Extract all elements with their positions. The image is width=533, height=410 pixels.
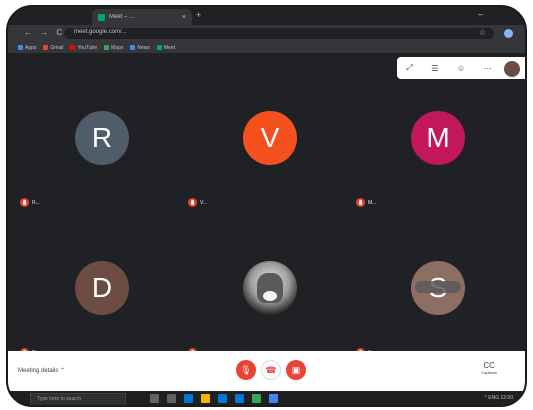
bookmark-label: News [137, 44, 150, 51]
avatar-overlay-bar [415, 281, 461, 293]
mic-muted-icon [356, 198, 365, 207]
taskbar-app-icon[interactable] [218, 394, 227, 403]
tab-close-icon[interactable]: × [182, 14, 186, 21]
chevron-up-icon: ⌃ [60, 368, 66, 374]
mic-muted-icon [188, 198, 197, 207]
participant-tile[interactable]: R R... [16, 71, 189, 219]
participant-initial-avatar: V [243, 111, 297, 165]
avatar-initial: D [91, 272, 113, 303]
participant-name-row: V... [188, 198, 207, 207]
photo-figure-detail [263, 291, 277, 301]
participant-name-row: R... [20, 198, 40, 207]
browser-tab-strip: Meet – ... × + – [8, 7, 525, 25]
taskbar-search-placeholder: Type here to search [37, 396, 82, 402]
participant-initial-avatar: D [75, 261, 129, 315]
taskbar-app-icons [150, 394, 278, 403]
window-minimize-button[interactable]: – [478, 9, 483, 19]
bookmark-favicon-icon [18, 45, 23, 50]
bookmark-label: Meet [163, 44, 175, 51]
captions-icon: CC [483, 361, 495, 370]
taskbar-app-icon[interactable] [184, 394, 193, 403]
browser-tab[interactable]: Meet – ... × [92, 9, 192, 25]
meet-favicon-icon [98, 13, 105, 21]
captions-button[interactable]: CC Captions [481, 361, 497, 375]
bookmark-item[interactable]: Gmail [43, 45, 63, 51]
taskbar-app-icon[interactable] [235, 394, 244, 403]
address-bar-row: ← → C meet.google.com/... ☆ [8, 25, 525, 42]
screen-frame: Meet – ... × + – ← → C meet.google.com/.… [6, 5, 527, 407]
bookmarks-bar: Apps Gmail YouTube Maps News Meet [8, 42, 525, 53]
participant-initial-avatar: S [411, 261, 465, 315]
bookmark-label: Gmail [50, 44, 64, 51]
participant-tile[interactable]: ... [184, 221, 357, 369]
participant-photo-avatar [243, 261, 297, 315]
participant-name: M... [368, 199, 377, 206]
participant-tile[interactable]: SS... [352, 221, 525, 369]
captions-label: Captions [481, 370, 497, 375]
meeting-details-button[interactable]: Meeting details ⌃ [18, 367, 65, 374]
url-text: meet.google.com/... [74, 29, 127, 35]
participant-initial-avatar: M [411, 111, 465, 165]
bookmark-label: Apps [25, 44, 37, 51]
bookmark-label: Maps [111, 44, 124, 51]
participant-name-row: M... [356, 198, 376, 207]
new-tab-button[interactable]: + [196, 10, 201, 20]
participant-tile[interactable]: V V... [184, 71, 357, 219]
participant-tile[interactable]: M M... [352, 71, 525, 219]
tab-title: Meet – ... [109, 14, 135, 20]
omnibox[interactable]: meet.google.com/... ☆ [64, 28, 494, 39]
meeting-stage: ⤢☰☺⋯ RR...VV...MM...DD......SS... [8, 53, 525, 357]
bookmark-favicon-icon [70, 45, 76, 50]
windows-taskbar: Type here to search ^ ENG 12:00 [8, 391, 525, 405]
bookmark-item[interactable]: News [130, 45, 150, 51]
taskbar-app-icon[interactable] [150, 394, 159, 403]
taskbar-app-icon[interactable] [269, 394, 278, 403]
mic-muted-icon [20, 198, 29, 207]
participant-name: R... [32, 199, 40, 206]
bookmark-favicon-icon [156, 45, 162, 50]
phone-hangup-icon: ☎ [265, 364, 277, 375]
avatar-initial: R [91, 122, 113, 153]
taskbar-app-icon[interactable] [167, 394, 176, 403]
mic-off-icon: 🎙 [240, 364, 252, 375]
bookmark-item[interactable]: YouTube [70, 45, 97, 51]
mic-toggle-button[interactable]: 🎙 [236, 360, 256, 380]
taskbar-app-icon[interactable] [201, 394, 210, 403]
avatar-initial: M [426, 122, 450, 153]
profile-avatar-icon[interactable] [504, 29, 513, 38]
bookmark-label: YouTube [77, 44, 98, 51]
taskbar-search-box[interactable]: Type here to search [30, 393, 126, 405]
bookmark-item[interactable]: Maps [104, 45, 123, 51]
camera-off-icon: ▣ [291, 364, 301, 375]
bookmark-star-icon[interactable]: ☆ [479, 28, 486, 37]
bookmark-item[interactable]: Apps [18, 45, 36, 51]
bookmark-favicon-icon [130, 45, 136, 50]
camera-toggle-button[interactable]: ▣ [286, 360, 306, 380]
leave-call-button[interactable]: ☎ [261, 360, 281, 380]
participant-tile[interactable]: DD... [16, 221, 189, 369]
meeting-details-label: Meeting details [18, 368, 59, 374]
participant-name: V... [200, 199, 208, 206]
participant-initial-avatar: R [75, 111, 129, 165]
taskbar-app-icon[interactable] [252, 394, 261, 403]
bookmark-favicon-icon [43, 45, 49, 50]
avatar-initial: V [260, 122, 280, 153]
bookmark-item[interactable]: Meet [156, 44, 175, 51]
bookmark-favicon-icon [104, 45, 110, 50]
meeting-control-bar: Meeting details ⌃ 🎙 ☎ ▣ CC Captions [8, 351, 525, 391]
nav-buttons[interactable]: ← → C [24, 28, 65, 37]
system-tray[interactable]: ^ ENG 12:00 [485, 395, 513, 401]
